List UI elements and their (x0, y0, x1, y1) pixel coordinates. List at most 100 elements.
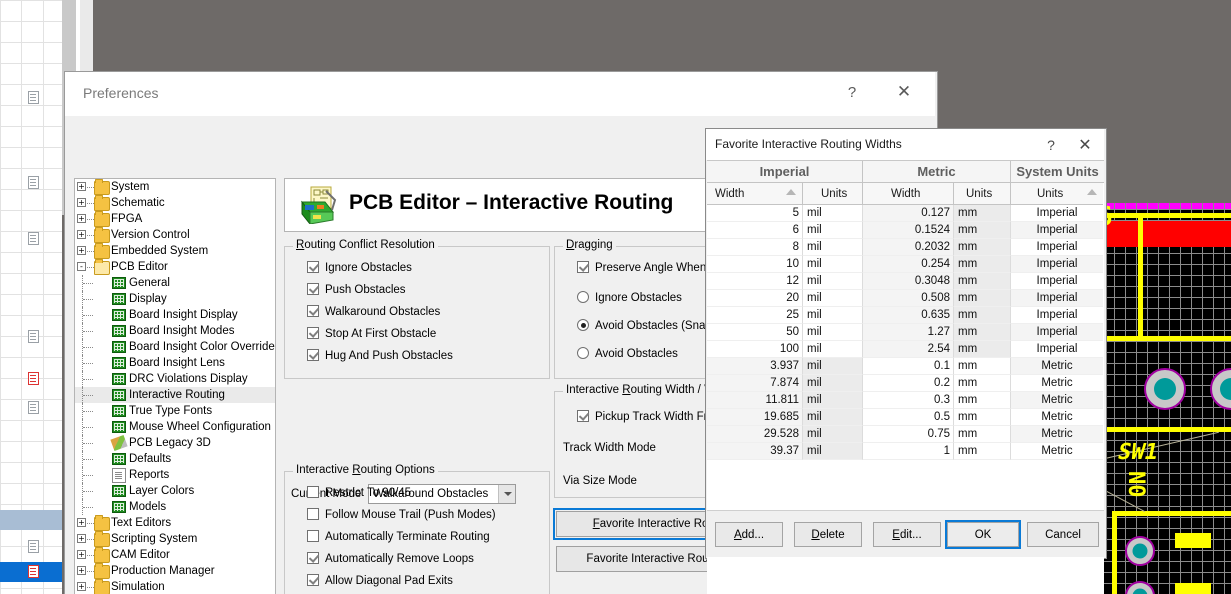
table-row[interactable]: 11.811 mil 0.3 mm Metric (707, 392, 1104, 409)
edit-button[interactable]: Edit... (873, 522, 941, 547)
table-row[interactable]: 12 mil 0.3048 mm Imperial (707, 273, 1104, 290)
table-row[interactable]: 25 mil 0.635 mm Imperial (707, 307, 1104, 324)
table-row[interactable]: 50 mil 1.27 mm Imperial (707, 324, 1104, 341)
tree-item-drc-violations-display[interactable]: DRC Violations Display (75, 371, 275, 387)
tree-expander-icon[interactable]: + (77, 534, 86, 543)
checkbox-automatically-terminate-routing[interactable]: Automatically Terminate Routing (307, 530, 490, 543)
tree-item-board-insight-display[interactable]: Board Insight Display (75, 307, 275, 323)
settings-tree[interactable]: + System + Schematic + FPGA + Version Control + E… (74, 178, 276, 594)
tree-item-pcb-legacy-3d[interactable]: PCB Legacy 3D (75, 434, 275, 452)
tree-item-text-editors[interactable]: + Text Editors (75, 515, 275, 531)
tree-expander-icon[interactable]: + (77, 214, 86, 223)
tree-item-simulation[interactable]: + Simulation (75, 579, 275, 594)
table-row[interactable]: 19.685 mil 0.5 mm Metric (707, 409, 1104, 426)
checkbox-push-obstacles[interactable]: Push Obstacles (307, 283, 406, 296)
tree-connector (83, 427, 93, 429)
tree-item-display[interactable]: Display (75, 291, 275, 307)
table-row[interactable]: 5 mil 0.127 mm Imperial (707, 205, 1104, 222)
tree-expander-icon[interactable]: + (77, 518, 86, 527)
checkbox-stop-at-first-obstacle[interactable]: Stop At First Obstacle (307, 327, 436, 340)
favorite-widths-dialog: Favorite Interactive Routing Widths ? ✕ … (705, 128, 1107, 594)
checkbox-automatically-remove-loops[interactable]: Automatically Remove Loops (307, 552, 474, 565)
tree-item-fpga[interactable]: + FPGA (75, 211, 275, 227)
tree-item-board-insight-lens[interactable]: Board Insight Lens (75, 355, 275, 371)
tree-connector (83, 475, 93, 477)
tree-item-reports[interactable]: Reports (75, 467, 275, 483)
cell-imperial-width: 39.37 (707, 443, 803, 460)
tree-item-schematic[interactable]: + Schematic (75, 195, 275, 211)
column-header-imperial-units[interactable]: Units (803, 183, 863, 205)
table-row[interactable]: 8 mil 0.2032 mm Imperial (707, 239, 1104, 256)
help-icon[interactable]: ? (829, 72, 875, 112)
tree-item-production-manager[interactable]: + Production Manager (75, 563, 275, 579)
tree-item-system[interactable]: + System (75, 179, 275, 195)
column-header-metric-width[interactable]: Width (863, 183, 954, 205)
tree-expander-icon[interactable]: - (77, 262, 86, 271)
checkbox-follow-mouse-trail-push-modes-[interactable]: Follow Mouse Trail (Push Modes) (307, 508, 496, 521)
checkbox-walkaround-obstacles[interactable]: Walkaround Obstacles (307, 305, 440, 318)
close-icon[interactable]: ✕ (1068, 129, 1102, 160)
table-row[interactable]: 20 mil 0.508 mm Imperial (707, 290, 1104, 307)
cancel-button[interactable]: Cancel (1027, 522, 1099, 547)
cell-metric-units: mm (954, 273, 1011, 290)
cell-metric-width: 0.635 (863, 307, 954, 324)
checkbox-box (307, 261, 319, 273)
column-header-imperial-width[interactable]: Width (707, 183, 803, 205)
tree-expander-icon[interactable]: + (77, 550, 86, 559)
tree-item-embedded-system[interactable]: + Embedded System (75, 243, 275, 259)
checkbox-allow-diagonal-pad-exits[interactable]: Allow Diagonal Pad Exits (307, 574, 453, 587)
table-row[interactable]: 100 mil 2.54 mm Imperial (707, 341, 1104, 358)
table-row[interactable]: 6 mil 0.1524 mm Imperial (707, 222, 1104, 239)
tree-expander-icon[interactable]: + (77, 246, 86, 255)
add-button[interactable]: Add... (715, 522, 783, 547)
chip-icon (112, 405, 126, 417)
pcb-canvas[interactable]: 6 SW1 N0 CSDN @喝不惯水的鱼 (1092, 203, 1231, 594)
table-row[interactable]: 10 mil 0.254 mm Imperial (707, 256, 1104, 273)
tree-item-defaults[interactable]: Defaults (75, 451, 275, 467)
table-row[interactable]: 7.874 mil 0.2 mm Metric (707, 375, 1104, 392)
tree-item-scripting-system[interactable]: + Scripting System (75, 531, 275, 547)
tree-item-cam-editor[interactable]: + CAM Editor (75, 547, 275, 563)
folder-icon (94, 195, 110, 211)
column-header-metric-units[interactable]: Units (954, 183, 1011, 205)
tree-item-mouse-wheel-configuration[interactable]: Mouse Wheel Configuration (75, 419, 275, 435)
cell-metric-width: 0.1 (863, 358, 954, 375)
table-row[interactable]: 29.528 mil 0.75 mm Metric (707, 426, 1104, 443)
close-icon[interactable]: ✕ (881, 72, 927, 112)
ok-button[interactable]: OK (945, 520, 1021, 549)
cell-system-units: Imperial (1011, 290, 1103, 307)
tree-item-board-insight-color-overrides[interactable]: Board Insight Color Overrides (75, 339, 275, 355)
cell-metric-units: mm (954, 443, 1011, 460)
tree-item-version-control[interactable]: + Version Control (75, 227, 275, 243)
tree-item-models[interactable]: Models (75, 499, 275, 515)
table-row[interactable]: 39.37 mil 1 mm Metric (707, 443, 1104, 460)
checkbox-restrict-to-90-45[interactable]: Restrict To 90/45 (307, 486, 411, 499)
tree-expander-icon[interactable]: + (77, 182, 86, 191)
radio-avoid-obstacles[interactable]: Avoid Obstacles (577, 347, 678, 360)
delete-button[interactable]: Delete (794, 522, 862, 547)
cell-imperial-units: mil (803, 341, 863, 358)
tree-item-pcb-editor[interactable]: - PCB Editor (75, 259, 275, 275)
tree-item-interactive-routing[interactable]: Interactive Routing (75, 387, 275, 403)
column-header-system-units[interactable]: Units (1011, 183, 1103, 205)
group-header-system-units[interactable]: System Units (1011, 161, 1104, 183)
tree-expander-icon[interactable]: + (77, 566, 86, 575)
checkbox-ignore-obstacles[interactable]: Ignore Obstacles (307, 261, 412, 274)
radio-ignore-obstacles[interactable]: Ignore Obstacles (577, 291, 682, 304)
cell-imperial-units: mil (803, 290, 863, 307)
tree-expander-icon[interactable]: + (77, 198, 86, 207)
checkbox-hug-and-push-obstacles[interactable]: Hug And Push Obstacles (307, 349, 453, 362)
tree-expander-icon[interactable]: + (77, 582, 86, 591)
help-icon[interactable]: ? (1034, 129, 1068, 160)
group-header-metric[interactable]: Metric (863, 161, 1011, 183)
tree-item-label: Models (129, 501, 167, 513)
tree-item-board-insight-modes[interactable]: Board Insight Modes (75, 323, 275, 339)
tree-item-layer-colors[interactable]: Layer Colors (75, 483, 275, 499)
tree-expander-icon[interactable]: + (77, 230, 86, 239)
tree-item-true-type-fonts[interactable]: True Type Fonts (75, 403, 275, 419)
tree-item-general[interactable]: General (75, 275, 275, 291)
group-header-imperial[interactable]: Imperial (707, 161, 863, 183)
table-row[interactable]: 3.937 mil 0.1 mm Metric (707, 358, 1104, 375)
tree-connector (87, 219, 94, 221)
cell-imperial-units: mil (803, 409, 863, 426)
